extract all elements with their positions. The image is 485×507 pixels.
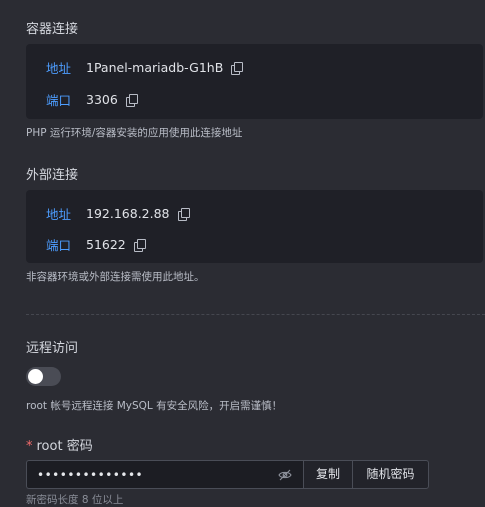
external-port-row: 端口 51622 <box>46 235 146 254</box>
required-mark: * <box>26 439 33 454</box>
external-conn-title: 外部连接 <box>26 168 79 183</box>
port-label: 端口 <box>46 238 72 253</box>
copy-icon[interactable] <box>231 61 244 75</box>
remote-access-title: 远程访问 <box>26 341 79 356</box>
root-password-label-text: root 密码 <box>36 439 93 454</box>
external-address-row: 地址 192.168.2.88 <box>46 204 190 223</box>
remote-access-note: root 帐号远程连接 MySQL 有安全风险，开启需谨慎！ <box>26 400 283 412</box>
container-address-value: 1Panel-mariadb-G1hB <box>86 60 224 75</box>
external-address-value: 192.168.2.88 <box>86 206 170 221</box>
copy-password-button[interactable]: 复制 <box>303 460 353 489</box>
eye-off-icon[interactable] <box>278 468 292 482</box>
root-password-value: •••••••••••••• <box>37 467 144 482</box>
root-password-input[interactable]: •••••••••••••• <box>26 460 304 489</box>
toggle-knob <box>28 369 43 384</box>
container-conn-title: 容器连接 <box>26 22 79 37</box>
port-label: 端口 <box>46 93 72 108</box>
copy-icon[interactable] <box>177 207 190 221</box>
external-port-value: 51622 <box>86 237 126 252</box>
container-address-row: 地址 1Panel-mariadb-G1hB <box>46 58 244 77</box>
address-label: 地址 <box>46 207 72 222</box>
random-password-button[interactable]: 随机密码 <box>352 460 429 489</box>
external-conn-panel: 地址 192.168.2.88 端口 51622 <box>26 190 483 263</box>
container-conn-note: PHP 运行环境/容器安装的应用使用此连接地址 <box>26 127 243 139</box>
external-conn-note: 非容器环境或外部连接需使用此地址。 <box>26 271 205 283</box>
copy-icon[interactable] <box>133 238 146 252</box>
address-label: 地址 <box>46 61 72 76</box>
copy-icon[interactable] <box>125 93 138 107</box>
container-port-row: 端口 3306 <box>46 90 138 109</box>
section-divider <box>26 314 485 315</box>
container-port-value: 3306 <box>86 92 118 107</box>
container-conn-panel: 地址 1Panel-mariadb-G1hB 端口 3306 <box>26 44 483 119</box>
remote-access-toggle[interactable] <box>26 367 61 386</box>
root-password-label: * root 密码 <box>26 435 93 454</box>
